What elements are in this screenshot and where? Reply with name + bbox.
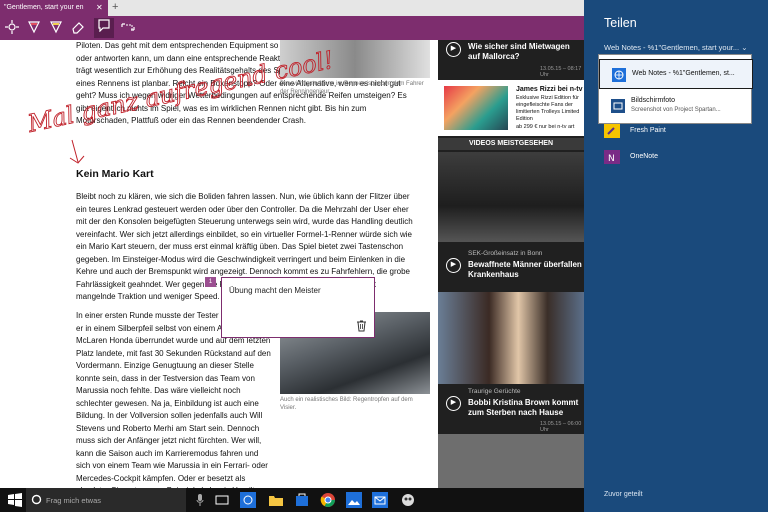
- file-explorer-icon[interactable]: [268, 492, 284, 508]
- taskbar: Frag mich etwas: [0, 488, 584, 512]
- share-title: Teilen: [604, 16, 637, 30]
- chrome-icon[interactable]: [320, 492, 336, 508]
- article: Piloten. Das geht mit dem entsprechenden…: [76, 40, 436, 488]
- share-source-dropdown[interactable]: Web Notes - %1"Gentlemen, start your... …: [604, 43, 747, 52]
- search-placeholder: Frag mich etwas: [46, 496, 102, 505]
- ad-item[interactable]: James Rizzi bei n-tv Exklusive Rizzi Edi…: [438, 80, 584, 136]
- eraser-icon[interactable]: [70, 20, 86, 36]
- pan-icon[interactable]: [4, 20, 20, 36]
- police-photo: [438, 152, 584, 242]
- share-option-screenshot[interactable]: Bildschirmfoto Screenshot von Project Sp…: [599, 91, 753, 121]
- globe-icon: [612, 68, 626, 82]
- share-option-title: Bildschirmfoto: [631, 97, 675, 104]
- section-heading: Kein Mario Kart: [76, 168, 154, 180]
- ad-text: Exklusive Rizzi Edition für eingefleisch…: [516, 95, 580, 122]
- news-item[interactable]: SEK-Großeinsatz in Bonn ▶ Bewaffnete Män…: [438, 244, 584, 288]
- share-option-subtitle: Screenshot von Project Spartan...: [631, 107, 721, 113]
- image-caption-mid: Auch ein realistisches Bild: Regentropfe…: [280, 397, 413, 411]
- news-photo: [438, 434, 584, 488]
- search-box[interactable]: Frag mich etwas: [26, 488, 204, 512]
- news-title: Bobbi Kristina Brown kommt zum Sterben n…: [468, 398, 579, 417]
- svg-text:N: N: [608, 154, 615, 164]
- play-icon[interactable]: ▶: [446, 258, 461, 273]
- news-title: Bewaffnete Männer überfallen Krankenhaus: [468, 260, 582, 279]
- browser-tab[interactable]: "Gentlemen, start your en ✕: [0, 0, 108, 16]
- webnote-toolbar: [0, 16, 584, 40]
- note-icon[interactable]: [94, 18, 114, 38]
- windows-start-icon[interactable]: [8, 493, 22, 507]
- news-time: 13.05.15 – 06:00 Uhr: [540, 421, 582, 433]
- play-icon[interactable]: ▶: [446, 396, 461, 411]
- ad-price: ab 299 € nur bei n-tv art: [516, 124, 575, 130]
- task-view-icon[interactable]: [214, 492, 230, 508]
- onenote-icon: N: [604, 150, 620, 164]
- spartan-browser-icon[interactable]: [240, 492, 256, 508]
- new-tab-button[interactable]: +: [112, 1, 118, 13]
- ad-image: [444, 86, 508, 130]
- note-text[interactable]: Übung macht den Meister: [229, 286, 321, 295]
- image-caption-top: Der wichtigste Mann im Rennen ist neben …: [280, 81, 424, 95]
- app-icon[interactable]: [400, 492, 416, 508]
- news-title: Wie sicher sind Mietwagen auf Mallorca?: [468, 42, 570, 61]
- ad-title: James Rizzi bei n-tv: [516, 86, 583, 93]
- clip-icon[interactable]: [120, 20, 136, 36]
- news-item[interactable]: Traurige Gerüchte ▶ Bobbi Kristina Brown…: [438, 386, 584, 433]
- share-app-label: OneNote: [630, 153, 659, 160]
- share-source-label: Web Notes - %1"Gentlemen, start your...: [604, 43, 740, 52]
- news-time: 13.05.15 – 08:17 Uhr: [540, 66, 582, 78]
- videos-header: VIDEOS MEISTGESEHEN: [438, 138, 584, 150]
- share-history-link[interactable]: Zuvor geteilt: [604, 491, 643, 498]
- web-page: Piloten. Das geht mit dem entsprechenden…: [0, 40, 584, 488]
- share-app-label: Fresh Paint: [630, 127, 666, 134]
- share-option-title: Web Notes - %1"Gentlemen, st...: [632, 70, 735, 77]
- share-app-freshpaint[interactable]: Fresh Paint: [604, 124, 764, 138]
- race-engineer-image: [280, 40, 430, 78]
- news-kicker: Traurige Gerüchte: [468, 388, 521, 395]
- news-sidebar: ▶ Wie sicher sind Mietwagen auf Mallorca…: [438, 40, 584, 488]
- photos-icon[interactable]: [346, 492, 362, 508]
- screen: "Gentlemen, start your en ✕ + Piloten. D…: [0, 0, 768, 512]
- cortana-icon: [31, 494, 42, 505]
- web-note[interactable]: Übung macht den Meister: [221, 277, 375, 338]
- tab-close-icon[interactable]: ✕: [96, 3, 103, 12]
- play-icon[interactable]: ▶: [446, 42, 461, 57]
- screenshot-icon: [611, 99, 625, 113]
- pen-icon[interactable]: [26, 20, 42, 36]
- highlighter-icon[interactable]: [48, 20, 64, 36]
- celebrity-photo: [438, 292, 584, 384]
- tab-title: "Gentlemen, start your en: [4, 4, 84, 11]
- microphone-icon[interactable]: [196, 494, 204, 506]
- share-source-menu: Web Notes - %1"Gentlemen, st... Bildschi…: [598, 54, 753, 124]
- share-app-onenote[interactable]: N OneNote: [604, 150, 764, 164]
- share-option-webnotes[interactable]: Web Notes - %1"Gentlemen, st...: [599, 59, 753, 89]
- trash-icon[interactable]: [356, 320, 367, 335]
- note-pin-icon[interactable]: 1: [205, 277, 216, 287]
- chevron-down-icon: ⌄: [741, 43, 748, 52]
- store-icon[interactable]: [294, 492, 310, 508]
- mail-icon[interactable]: [372, 492, 388, 508]
- fresh-paint-icon: [604, 124, 620, 138]
- news-item[interactable]: ▶ Wie sicher sind Mietwagen auf Mallorca…: [438, 40, 584, 78]
- tab-bar: "Gentlemen, start your en ✕ +: [0, 0, 584, 16]
- news-kicker: SEK-Großeinsatz in Bonn: [468, 250, 543, 257]
